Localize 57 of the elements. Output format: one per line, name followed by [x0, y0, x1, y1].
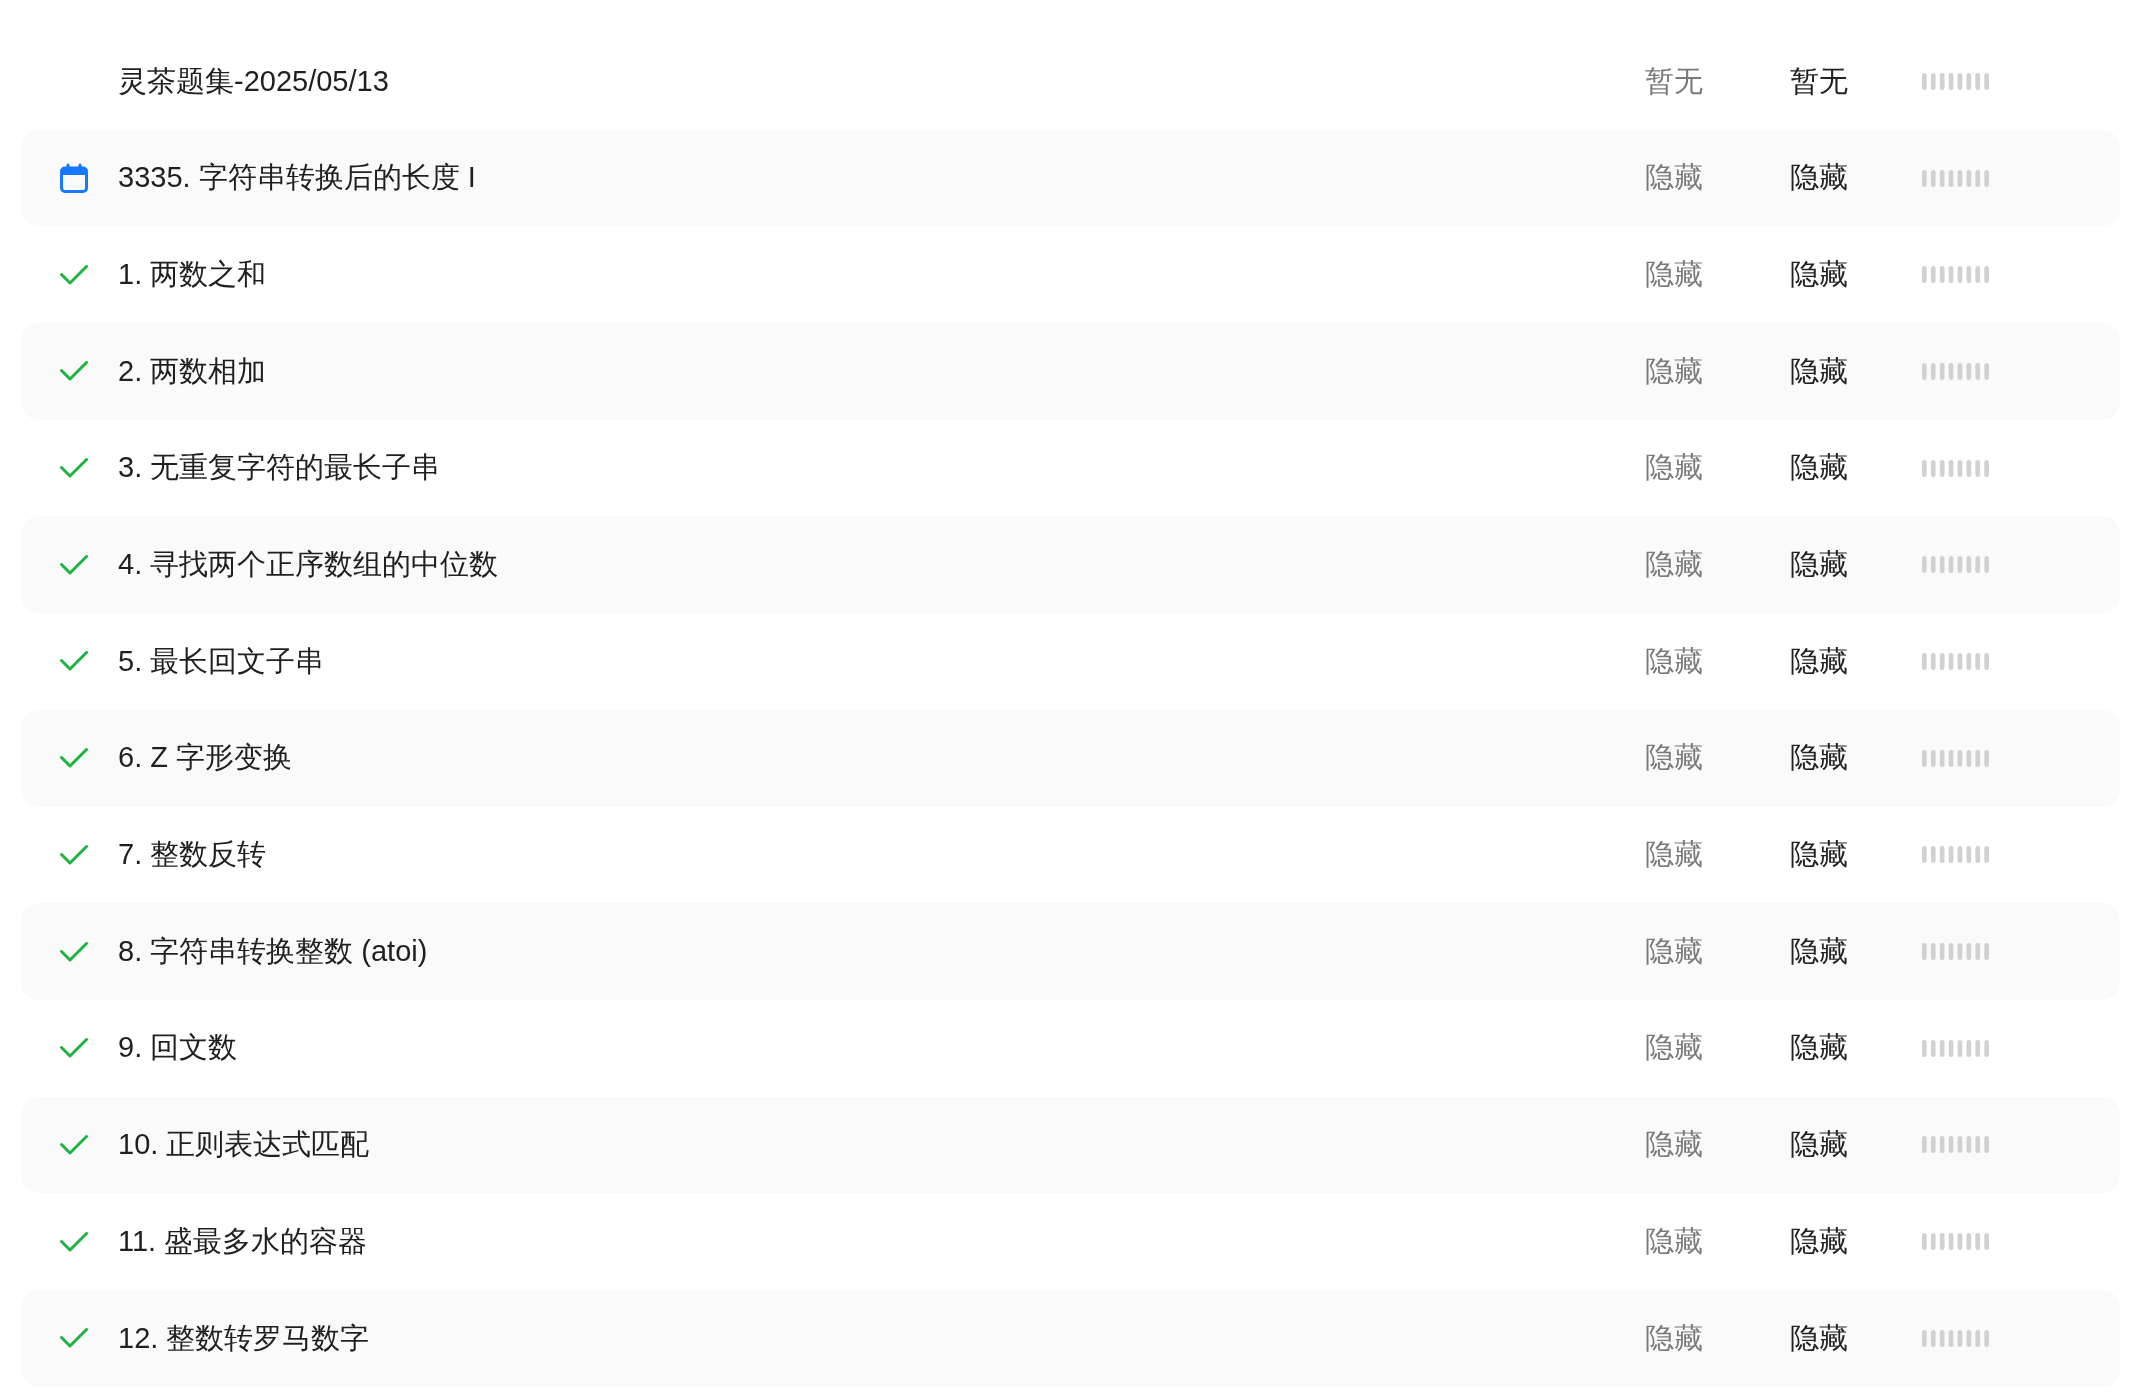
- stat-label: 暂无: [1790, 64, 1848, 97]
- secondary-label: 隐藏: [1645, 1128, 1703, 1161]
- secondary-label: 隐藏: [1645, 838, 1703, 871]
- secondary-label: 隐藏: [1645, 1321, 1703, 1354]
- stat-label: 隐藏: [1790, 838, 1848, 871]
- bar-meter-icon: [1922, 266, 1989, 284]
- problem-title[interactable]: 3335. 字符串转换后的长度 I: [118, 161, 476, 194]
- bar-meter-icon: [1922, 362, 1989, 380]
- stat-label: 隐藏: [1790, 257, 1848, 290]
- bar-meter-icon: [1922, 1039, 1989, 1057]
- bar-meter-icon: [1922, 556, 1989, 574]
- bar-meter-icon: [1922, 72, 1989, 90]
- secondary-label: 暂无: [1645, 64, 1703, 97]
- problem-title[interactable]: 11. 盛最多水的容器: [118, 1224, 368, 1257]
- bar-meter-icon: [1922, 1329, 1989, 1347]
- stat-label: 隐藏: [1790, 1128, 1848, 1161]
- secondary-label: 隐藏: [1645, 548, 1703, 581]
- secondary-label: 隐藏: [1645, 451, 1703, 484]
- problem-title[interactable]: 2. 两数相加: [118, 354, 267, 387]
- secondary-label: 隐藏: [1645, 1031, 1703, 1064]
- problem-title[interactable]: 8. 字符串转换整数 (atoi): [118, 934, 428, 967]
- stat-label: 隐藏: [1790, 354, 1848, 387]
- bar-meter-icon: [1922, 846, 1989, 864]
- secondary-label: 隐藏: [1645, 354, 1703, 387]
- list-title: 灵茶题集-2025/05/13: [118, 64, 389, 97]
- stat-label: 隐藏: [1790, 161, 1848, 194]
- problem-title[interactable]: 9. 回文数: [118, 1031, 238, 1064]
- problem-title[interactable]: 4. 寻找两个正序数组的中位数: [118, 548, 499, 581]
- stat-label: 隐藏: [1790, 1031, 1848, 1064]
- bar-meter-icon: [1922, 1233, 1989, 1251]
- stat-label: 隐藏: [1790, 548, 1848, 581]
- stat-label: 隐藏: [1790, 934, 1848, 967]
- secondary-label: 隐藏: [1645, 741, 1703, 774]
- bar-meter-icon: [1922, 943, 1989, 961]
- secondary-label: 隐藏: [1645, 257, 1703, 290]
- secondary-label: 隐藏: [1645, 1224, 1703, 1257]
- problem-title[interactable]: 5. 最长回文子串: [118, 644, 325, 677]
- problem-title[interactable]: 7. 整数反转: [118, 838, 267, 871]
- problem-title[interactable]: 3. 无重复字符的最长子串: [118, 451, 441, 484]
- stat-label: 隐藏: [1790, 451, 1848, 484]
- stat-label: 隐藏: [1790, 1321, 1848, 1354]
- problem-title[interactable]: 1. 两数之和: [118, 257, 267, 290]
- stat-label: 隐藏: [1790, 1224, 1848, 1257]
- bar-meter-icon: [1922, 1136, 1989, 1154]
- problem-title[interactable]: 10. 正则表达式匹配: [118, 1128, 370, 1161]
- secondary-label: 隐藏: [1645, 644, 1703, 677]
- problem-title[interactable]: 6. Z 字形变换: [118, 741, 292, 774]
- secondary-label: 隐藏: [1645, 161, 1703, 194]
- secondary-label: 隐藏: [1645, 934, 1703, 967]
- problem-title[interactable]: 12. 整数转罗马数字: [118, 1321, 370, 1354]
- stat-label: 隐藏: [1790, 644, 1848, 677]
- bar-meter-icon: [1922, 749, 1989, 767]
- bar-meter-icon: [1922, 169, 1989, 187]
- calendar-icon: [60, 163, 88, 194]
- bar-meter-icon: [1922, 459, 1989, 477]
- bar-meter-icon: [1922, 652, 1989, 670]
- stat-label: 隐藏: [1790, 741, 1848, 774]
